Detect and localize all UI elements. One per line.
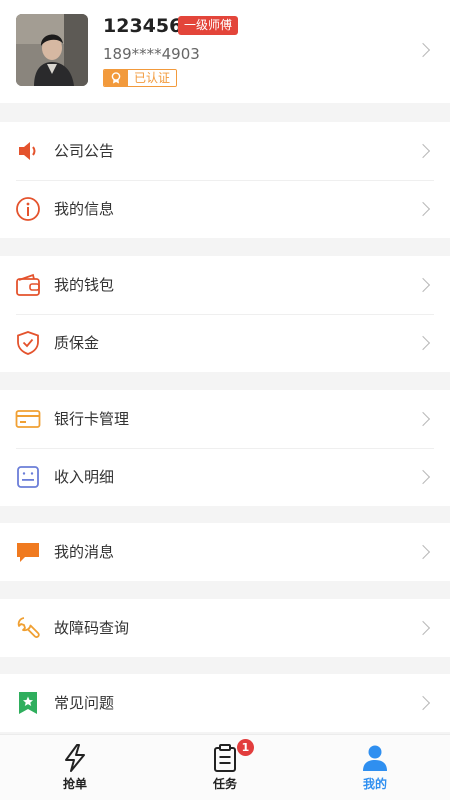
username: 123456 (103, 15, 183, 37)
bottom-tab-bar: 抢单 1 任务 我的 (0, 734, 450, 800)
menu-item-label: 收入明细 (54, 468, 115, 486)
menu-group-bank: 银行卡管理 收入明细 (0, 390, 450, 506)
chevron-right-icon (415, 335, 431, 351)
chevron-right-icon (415, 143, 431, 159)
menu-group-messages: 我的消息 (0, 523, 450, 581)
menu-item-my-info[interactable]: 我的信息 (0, 180, 450, 238)
chevron-right-icon (415, 544, 431, 560)
menu-item-label: 公司公告 (54, 142, 115, 160)
menu-item-warranty-deposit[interactable]: 质保金 (0, 314, 450, 372)
info-icon (14, 195, 42, 223)
message-icon (14, 538, 42, 566)
level-badge: 一级师傅 (178, 16, 239, 35)
bookmark-star-icon (14, 689, 42, 717)
menu-item-announcement[interactable]: 公司公告 (0, 122, 450, 180)
tab-label: 任务 (212, 777, 237, 791)
menu-item-messages[interactable]: 我的消息 (0, 523, 450, 581)
menu-item-income-detail[interactable]: 收入明细 (0, 448, 450, 506)
wallet-icon (14, 271, 42, 299)
menu-group-fault: 故障码查询 (0, 599, 450, 657)
income-list-icon (14, 463, 42, 491)
tab-mine[interactable]: 我的 (300, 735, 450, 800)
tab-tasks[interactable]: 1 任务 (150, 735, 300, 800)
avatar[interactable] (16, 14, 88, 86)
chevron-right-icon (415, 277, 431, 293)
verified-badge: 已认证 (103, 69, 178, 87)
wrench-icon (14, 614, 42, 642)
chevron-right-icon (415, 411, 431, 427)
menu-item-bank-card[interactable]: 银行卡管理 (0, 390, 450, 448)
tab-label: 抢单 (62, 777, 87, 791)
menu-item-faq[interactable]: 常见问题 (0, 674, 450, 732)
menu-group-faq: 常见问题 (0, 674, 450, 732)
menu-group-finance: 我的钱包 质保金 (0, 256, 450, 372)
lightning-icon (57, 741, 93, 775)
shield-check-icon (14, 329, 42, 357)
profile-header[interactable]: 123456 一级师傅 189****4903 已认证 (0, 0, 450, 103)
verified-label: 已认证 (128, 70, 177, 86)
profile-page: 123456 一级师傅 189****4903 已认证 公司公告 我的信息 我的… (0, 0, 450, 800)
chevron-right-icon (415, 620, 431, 636)
chevron-right-icon (415, 469, 431, 485)
tab-label: 我的 (362, 777, 387, 791)
menu-item-label: 我的信息 (54, 200, 115, 218)
medal-icon (104, 70, 128, 86)
chevron-right-icon (415, 695, 431, 711)
menu-item-label: 质保金 (54, 334, 100, 352)
chevron-right-icon (415, 201, 431, 217)
menu-item-label: 我的钱包 (54, 276, 115, 294)
bank-card-icon (14, 405, 42, 433)
menu-item-label: 故障码查询 (54, 619, 130, 637)
chevron-right-icon (415, 42, 431, 58)
user-icon (357, 741, 393, 775)
menu-item-wallet[interactable]: 我的钱包 (0, 256, 450, 314)
menu-group-info: 公司公告 我的信息 (0, 122, 450, 238)
speaker-icon (14, 137, 42, 165)
menu-item-label: 银行卡管理 (54, 410, 130, 428)
task-count-badge: 1 (237, 739, 254, 756)
phone-number: 189****4903 (103, 45, 200, 63)
menu-item-label: 我的消息 (54, 543, 115, 561)
menu-item-label: 常见问题 (54, 694, 115, 712)
menu-item-fault-code[interactable]: 故障码查询 (0, 599, 450, 657)
tab-grab-order[interactable]: 抢单 (0, 735, 150, 800)
